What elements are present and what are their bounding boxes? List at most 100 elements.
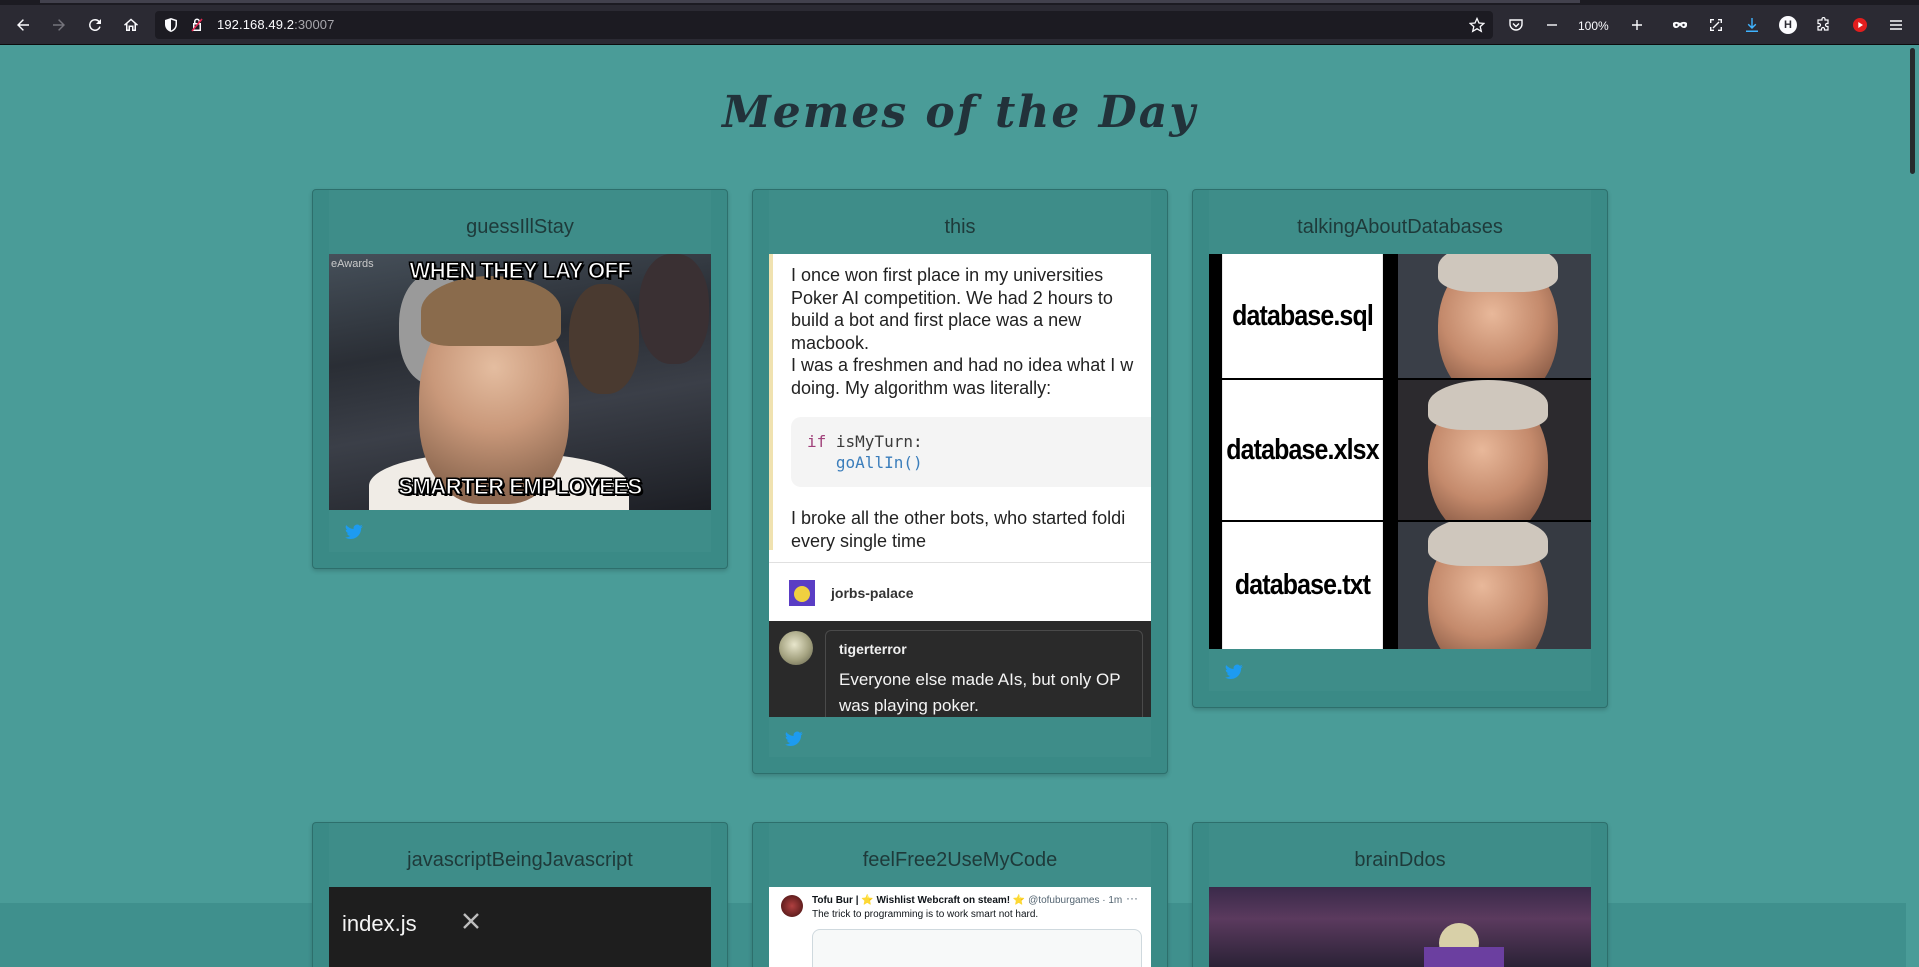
background-person [569,284,639,394]
browser-toolbar: 192.168.49.2:30007 100% H [0,5,1919,45]
page-scrollbar[interactable] [1906,46,1919,967]
forward-icon [53,19,65,31]
cape-shape [1424,947,1504,967]
more-icon: ··· [1126,891,1138,905]
reply-block: tigerterror Everyone else made AIs, but … [769,621,1151,717]
panel-label: database.txt [1222,522,1383,649]
reply-author: tigerterror [839,641,907,657]
bookmark-star-icon[interactable] [1469,17,1485,33]
back-button[interactable] [9,11,37,39]
extensions-button[interactable] [1810,11,1838,39]
zoom-out-button[interactable] [1538,11,1566,39]
avatar [781,895,803,917]
reload-button[interactable] [81,11,109,39]
hair-shape [421,276,561,346]
zoom-in-button[interactable] [1623,11,1651,39]
post-line: doing. My algorithm was literally: [791,377,1052,398]
extensions-icon [1817,17,1829,31]
zoom-in-icon [1632,20,1642,30]
reply-text: Everyone else made AIs, but only OP was … [839,670,1121,715]
twitter-icon[interactable] [1225,664,1243,680]
meme-caption-top: WHEN THEY LAY OFF [409,258,631,284]
panel-label: database.sql [1222,254,1383,378]
home-icon [124,18,138,31]
meme-card: this I once won first place in my univer… [752,189,1168,774]
meme-card: brainDdos [1192,822,1608,967]
screenshot-button[interactable] [1702,11,1730,39]
meme-title: talkingAboutDatabases [1297,216,1503,238]
post-line: build a bot and first place was a new [791,310,1082,330]
zoom-level[interactable]: 100% [1578,19,1609,33]
scrollbar-thumb[interactable] [1910,48,1915,174]
home-button[interactable] [117,11,145,39]
twitter-icon[interactable] [345,524,363,540]
reload-icon [89,18,101,31]
tweet-header: Tofu Bur | ⭐ Wishlist Webcraft on steam!… [812,895,1122,906]
lock-icon[interactable] [189,17,205,33]
pocket-icon [1509,19,1523,31]
meme-title: brainDdos [1354,849,1446,871]
hair-shape [1438,254,1558,292]
panel-photo [1398,522,1591,649]
meme-image[interactable]: Tofu Bur | ⭐ Wishlist Webcraft on steam!… [769,887,1151,967]
post-line: I was a freshmen and had no idea what I … [791,355,1134,375]
post-line: I once won first place in my universitie… [791,265,1104,285]
menu-icon [1890,20,1902,30]
private-browsing-button[interactable] [1666,11,1694,39]
panel-label: database.xlsx [1222,380,1383,520]
editor-tab-name: index.js [342,911,417,936]
avatar [789,580,815,606]
url-text[interactable]: 192.168.49.2:30007 [217,17,334,32]
post-line: Poker AI competition. We had 2 hours to [791,287,1113,308]
screenshot-icon [1710,19,1722,31]
meme-card: javascriptBeingJavascript index.js [312,822,728,967]
pocket-button[interactable] [1502,11,1530,39]
youtube-icon [1853,18,1867,32]
meme-panel: database.sql [1209,254,1591,378]
meme-image[interactable] [1209,887,1591,967]
meme-image[interactable]: database.sql database.xlsx database.txt [1209,254,1591,649]
post-line: every single time [791,530,927,551]
youtube-extension-button[interactable] [1846,11,1874,39]
active-tab[interactable] [40,0,1580,3]
forward-button[interactable] [45,11,73,39]
panel-photo [1398,254,1591,378]
app-menu-button[interactable] [1882,11,1910,39]
meme-image[interactable]: index.js [329,887,711,967]
meme-card: guessIllStay eAwards WHEN THEY LAY OFF S… [312,189,728,569]
url-bar[interactable]: 192.168.49.2:30007 [155,11,1493,39]
back-icon [17,19,29,31]
downloads-button[interactable] [1738,11,1766,39]
close-icon [463,913,479,929]
download-icon [1746,18,1758,32]
code-call: goAllIn() [835,453,923,472]
meme-title: javascriptBeingJavascript [407,849,633,871]
meme-panel: database.txt [1209,522,1591,649]
zoom-out-icon [1547,24,1557,26]
code-keyword: if [807,432,827,451]
shield-icon[interactable] [163,17,179,33]
hair-shape [1428,522,1548,566]
code-block: if isMyTurn: goAllIn() [791,417,1151,487]
url-port: :30007 [294,17,335,32]
post-author: jorbs-palace [831,585,914,601]
post-text-after: I broke all the other bots, who started … [773,507,1125,552]
meme-title: guessIllStay [466,216,574,238]
post-author-row: jorbs-palace [769,563,1151,621]
meme-image[interactable]: eAwards WHEN THEY LAY OFF SMARTER EMPLOY… [329,254,711,510]
meme-card: talkingAboutDatabases database.sql datab… [1192,189,1608,708]
tweet-author: Tofu Bur | ⭐ Wishlist Webcraft on steam!… [812,895,1026,906]
avatar [779,631,813,665]
panel-photo [1398,380,1591,520]
twitter-icon[interactable] [785,731,803,747]
post-text: I once won first place in my universitie… [769,254,1151,550]
post-line: macbook. [791,332,870,353]
tweet-media [812,929,1142,967]
tweet-handle: @tofuburgames · 1m [1028,895,1123,906]
meme-image[interactable]: I once won first place in my universitie… [769,254,1151,717]
post-line: I broke all the other bots, who started … [791,508,1126,528]
meme-title: this [944,216,976,238]
meme-caption-bottom: SMARTER EMPLOYEES [398,474,643,500]
meme-panel: database.xlsx [1209,380,1591,520]
profile-icon[interactable]: H [1779,16,1797,34]
